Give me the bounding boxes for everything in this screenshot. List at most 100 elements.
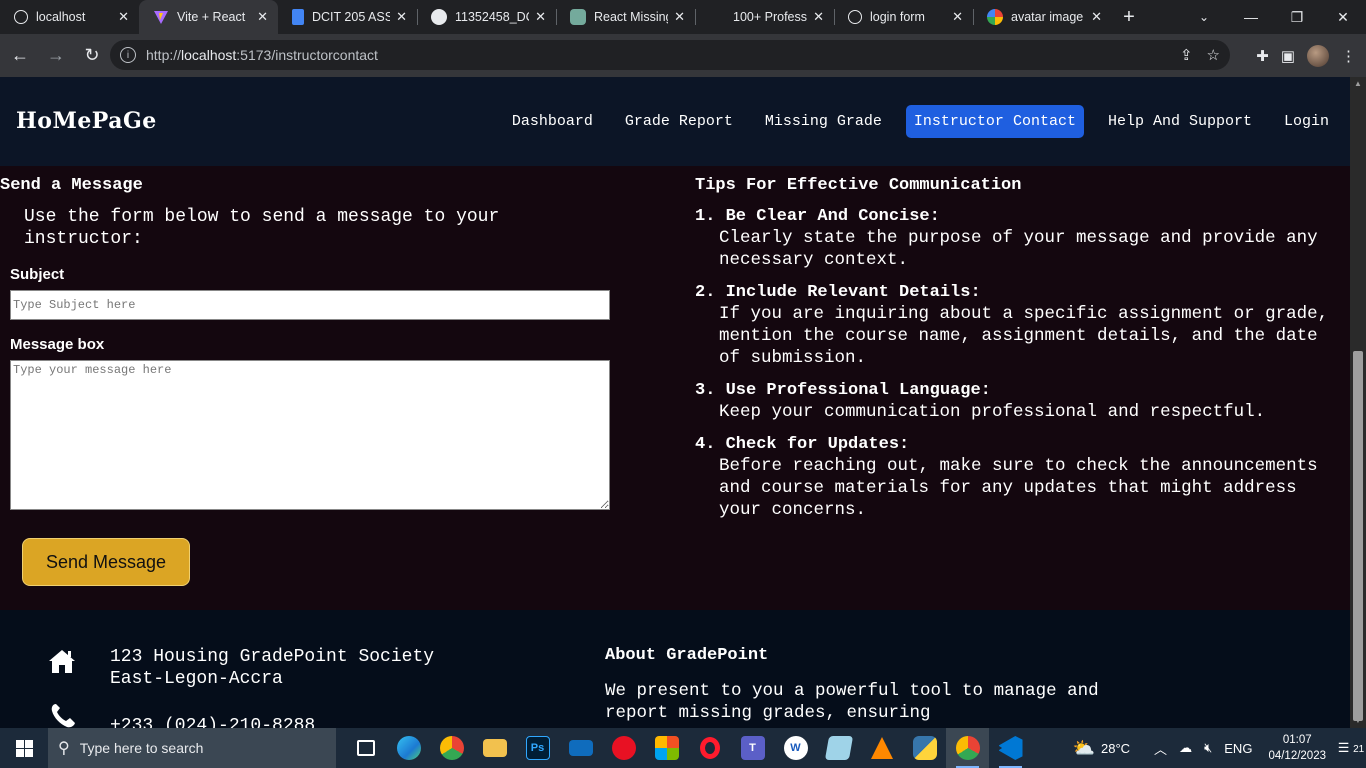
- photoshop-icon[interactable]: Ps: [516, 728, 559, 768]
- message-form-section: Send a Message Use the form below to sen…: [0, 176, 640, 586]
- tip-item: 3. Use Professional Language: Keep your …: [695, 381, 1345, 423]
- weather-widget[interactable]: ⛅ 28°C: [1073, 738, 1130, 759]
- cloud-icon[interactable]: ☁: [1179, 740, 1192, 756]
- window-controls: — ❐ ✕: [1228, 0, 1366, 34]
- browser-toolbar: ← → ↻ i http://localhost:5173/instructor…: [0, 34, 1366, 77]
- github-icon: [431, 9, 447, 25]
- tab-search-chevron-icon[interactable]: ⌄: [1186, 0, 1222, 34]
- chatgpt-icon: [570, 9, 586, 25]
- notification-center[interactable]: ☰ 21: [1336, 740, 1366, 756]
- chrome-icon[interactable]: [430, 728, 473, 768]
- taskbar-search-placeholder: Type here to search: [79, 740, 204, 756]
- tab-title: 100+ Profess: [733, 10, 808, 24]
- browser-tab[interactable]: login form ✕: [834, 0, 973, 34]
- nav-login[interactable]: Login: [1276, 105, 1337, 138]
- browser-tab[interactable]: React Missing ✕: [556, 0, 695, 34]
- site-logo[interactable]: HoMePaGe: [16, 108, 157, 134]
- url-path: :5173/instructorcontact: [236, 47, 378, 63]
- media-app-icon[interactable]: [602, 728, 645, 768]
- site-footer: 123 Housing GradePoint Society East-Lego…: [0, 610, 1350, 728]
- volume-muted-icon[interactable]: 🔇︎: [1204, 740, 1212, 756]
- nav-help-and-support[interactable]: Help And Support: [1100, 105, 1260, 138]
- teams-icon[interactable]: T: [731, 728, 774, 768]
- nav-dashboard[interactable]: Dashboard: [504, 105, 601, 138]
- nav-instructor-contact[interactable]: Instructor Contact: [905, 105, 1084, 138]
- bookmark-star-icon[interactable]: ☆: [1207, 46, 1220, 64]
- tab-title: login form: [870, 10, 925, 24]
- tab-title: DCIT 205 ASS: [312, 10, 391, 24]
- message-label: Message box: [10, 336, 105, 353]
- python-icon[interactable]: [903, 728, 946, 768]
- form-intro: Use the form below to send a message to …: [24, 207, 500, 249]
- word-app-icon[interactable]: W: [774, 728, 817, 768]
- scroll-down-icon[interactable]: ▼: [1350, 714, 1366, 728]
- chrome-running-icon[interactable]: [946, 728, 989, 768]
- window-close-button[interactable]: ✕: [1320, 0, 1366, 34]
- browser-tab-active[interactable]: Vite + React ✕: [139, 0, 278, 34]
- browser-tab[interactable]: DCIT 205 ASS ✕: [278, 0, 417, 34]
- close-icon[interactable]: ✕: [813, 9, 824, 25]
- opera-icon[interactable]: [688, 728, 731, 768]
- side-panel-icon[interactable]: ▣: [1281, 47, 1295, 65]
- browser-tab[interactable]: avatar image ✕: [973, 0, 1112, 34]
- chevron-up-icon[interactable]: ︿: [1154, 739, 1167, 758]
- close-icon[interactable]: ✕: [257, 9, 268, 25]
- extensions-icon[interactable]: ✚: [1256, 47, 1269, 65]
- close-icon[interactable]: ✕: [674, 9, 685, 25]
- browser-tab[interactable]: 11352458_DC ✕: [417, 0, 556, 34]
- close-icon[interactable]: ✕: [535, 9, 546, 25]
- message-textarea[interactable]: [10, 360, 610, 510]
- tips-section: Tips For Effective Communication 1. Be C…: [695, 176, 1345, 521]
- taskbar-clock[interactable]: 01:07 04/12/2023: [1268, 732, 1326, 764]
- scrollbar-thumb[interactable]: [1353, 351, 1363, 721]
- vlc-icon[interactable]: [860, 728, 903, 768]
- notes-app-icon[interactable]: [817, 728, 860, 768]
- share-icon[interactable]: ⇪: [1180, 46, 1193, 64]
- language-indicator[interactable]: ENG: [1224, 741, 1252, 756]
- restore-button[interactable]: ❐: [1274, 0, 1320, 34]
- site-header: HoMePaGe Dashboard Grade Report Missing …: [0, 77, 1350, 166]
- minimize-button[interactable]: —: [1228, 0, 1274, 34]
- tip-body: Keep your communication professional and…: [719, 402, 1266, 422]
- browser-tab[interactable]: 100+ Profess ✕: [695, 0, 834, 34]
- edge-icon[interactable]: [387, 728, 430, 768]
- new-tab-button[interactable]: +: [1112, 0, 1146, 34]
- url-host: localhost: [181, 47, 237, 63]
- globe-icon: [14, 10, 28, 24]
- mail-icon[interactable]: [559, 728, 602, 768]
- reload-icon[interactable]: ↻: [76, 40, 108, 72]
- vscode-icon[interactable]: [989, 728, 1032, 768]
- forward-icon[interactable]: →: [40, 40, 72, 72]
- footer-phone: +233 (024)-210-8288: [110, 716, 316, 728]
- clock-date: 04/12/2023: [1268, 750, 1326, 762]
- page-scrollbar[interactable]: ▲ ▼: [1350, 77, 1366, 728]
- weather-icon: ⛅: [1072, 737, 1095, 758]
- tab-title: localhost: [36, 10, 86, 24]
- send-message-button[interactable]: Send Message: [22, 538, 190, 586]
- store-icon[interactable]: [645, 728, 688, 768]
- subject-input[interactable]: [10, 290, 610, 320]
- globe-icon: [848, 10, 862, 24]
- tip-heading: 1. Be Clear And Concise:: [695, 207, 940, 226]
- file-explorer-icon[interactable]: [473, 728, 516, 768]
- windows-start-icon[interactable]: [0, 728, 48, 768]
- close-icon[interactable]: ✕: [118, 9, 129, 25]
- nav-grade-report[interactable]: Grade Report: [617, 105, 741, 138]
- address-bar[interactable]: i http://localhost:5173/instructorcontac…: [110, 40, 1230, 70]
- close-icon[interactable]: ✕: [396, 9, 407, 25]
- close-icon[interactable]: ✕: [1091, 9, 1102, 25]
- tab-title: React Missing: [594, 10, 669, 24]
- menu-kebab-icon[interactable]: ⋮: [1341, 47, 1356, 65]
- browser-tab[interactable]: localhost ✕: [0, 0, 139, 34]
- weather-temp: 28°C: [1101, 740, 1131, 756]
- back-icon[interactable]: ←: [4, 40, 36, 72]
- nav-missing-grade[interactable]: Missing Grade: [757, 105, 890, 138]
- taskbar-search[interactable]: ⚲ Type here to search: [48, 728, 336, 768]
- site-info-icon[interactable]: i: [120, 47, 136, 63]
- profile-avatar[interactable]: [1307, 44, 1329, 67]
- scroll-up-icon[interactable]: ▲: [1350, 77, 1366, 91]
- about-title: About GradePoint: [605, 646, 769, 665]
- task-view-icon[interactable]: [344, 728, 387, 768]
- notification-icon: ☰: [1337, 740, 1350, 755]
- close-icon[interactable]: ✕: [952, 9, 963, 25]
